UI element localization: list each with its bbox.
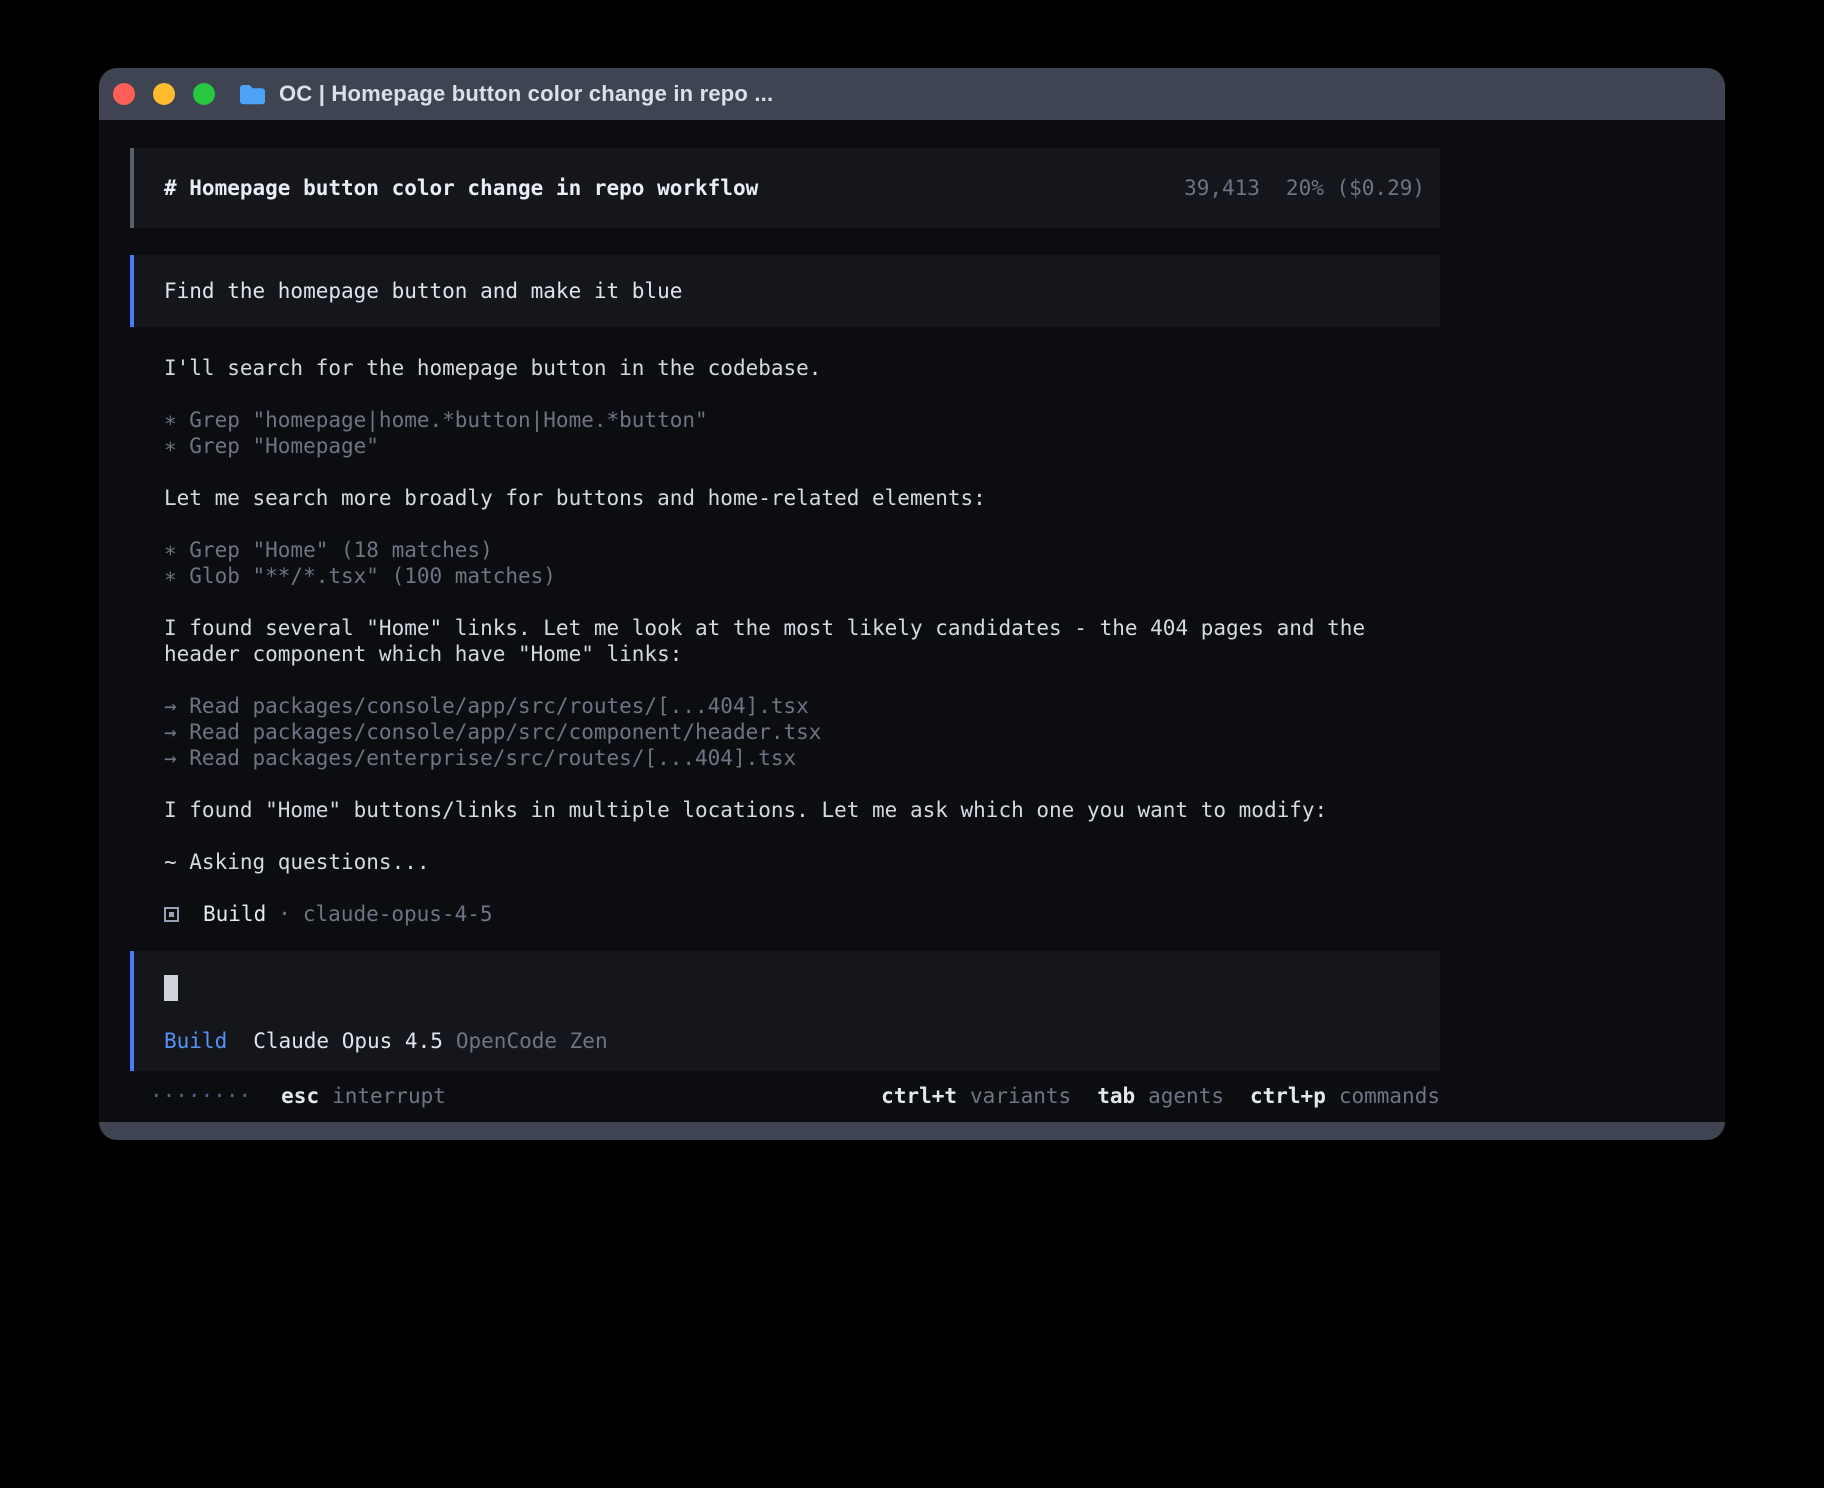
statusbar-right: ctrl+t variants tab agents ctrl+p comman…	[855, 1083, 1440, 1109]
shortcut-label: variants	[970, 1083, 1071, 1109]
minimize-button[interactable]	[153, 83, 175, 105]
window-title: OC | Homepage button color change in rep…	[279, 81, 773, 107]
shortcut-label: commands	[1339, 1083, 1440, 1109]
prompt-input[interactable]: Build Claude Opus 4.5 OpenCode Zen	[130, 951, 1440, 1071]
input-meta: Build Claude Opus 4.5 OpenCode Zen	[164, 1028, 1410, 1054]
titlebar[interactable]: OC | Homepage button color change in rep…	[99, 68, 1725, 120]
tool-call-read: → Read packages/console/app/src/routes/[…	[130, 693, 1440, 719]
user-message-text: Find the homepage button and make it blu…	[164, 278, 682, 304]
text-cursor	[164, 975, 178, 1001]
context-usage: 20% ($0.29)	[1286, 175, 1425, 201]
provider-label: OpenCode Zen	[456, 1028, 608, 1054]
status-asking-questions: ~ Asking questions...	[130, 849, 1440, 875]
model-label: Claude Opus 4.5	[253, 1028, 443, 1054]
tool-call: ∗ Glob "**/*.tsx" (100 matches)	[130, 563, 1440, 589]
interrupt-label: interrupt	[332, 1083, 446, 1109]
tool-call-group: ∗ Grep "homepage|home.*button|Home.*butt…	[130, 407, 1725, 459]
tool-call-group: ∗ Grep "Home" (18 matches) ∗ Glob "**/*.…	[130, 537, 1725, 589]
shortcut-variants: ctrl+t variants	[881, 1083, 1071, 1109]
agent-status-line: Build · claude-opus-4-5	[130, 901, 1725, 927]
tool-call: ∗ Grep "Home" (18 matches)	[130, 537, 1440, 563]
tool-call: ∗ Grep "homepage|home.*button|Home.*butt…	[130, 407, 1440, 433]
desktop: OC | Homepage button color change in rep…	[0, 0, 1824, 1488]
token-count: 39,413	[1184, 175, 1260, 201]
agent-name: Build	[203, 901, 266, 927]
shortcut-label: agents	[1148, 1083, 1224, 1109]
shortcut-key: tab	[1097, 1083, 1135, 1109]
user-message: Find the homepage button and make it blu…	[130, 255, 1440, 327]
tool-call-read: → Read packages/enterprise/src/routes/[.…	[130, 745, 1440, 771]
assistant-text: I found several "Home" links. Let me loo…	[130, 615, 1440, 667]
agent-model: claude-opus-4-5	[303, 901, 493, 927]
window-bottom-edge	[99, 1122, 1725, 1140]
shortcut-commands: ctrl+p commands	[1250, 1083, 1440, 1109]
shortcut-key: ctrl+p	[1250, 1083, 1326, 1109]
session-title: # Homepage button color change in repo w…	[164, 175, 758, 201]
session-stats: 39,413 20% ($0.29)	[1184, 175, 1425, 201]
zoom-button[interactable]	[193, 83, 215, 105]
close-button[interactable]	[113, 83, 135, 105]
shortcut-agents: tab agents	[1097, 1083, 1224, 1109]
folder-icon	[239, 83, 266, 105]
assistant-text: Let me search more broadly for buttons a…	[130, 485, 1440, 511]
session-header: # Homepage button color change in repo w…	[130, 148, 1440, 228]
statusbar-left: ········ esc interrupt	[130, 1083, 446, 1109]
statusbar: ········ esc interrupt ctrl+t variants t…	[130, 1083, 1440, 1109]
dot-separator: ·	[278, 901, 291, 927]
tool-call: ∗ Grep "Homepage"	[130, 433, 1440, 459]
terminal-window: OC | Homepage button color change in rep…	[99, 68, 1725, 1140]
build-agent-icon	[164, 907, 179, 922]
terminal-content: # Homepage button color change in repo w…	[99, 120, 1725, 1122]
assistant-text: I'll search for the homepage button in t…	[130, 355, 1440, 381]
mode-label: Build	[164, 1028, 227, 1054]
esc-key-hint: esc	[281, 1083, 319, 1109]
shortcut-key: ctrl+t	[881, 1083, 957, 1109]
traffic-lights	[99, 83, 215, 105]
tool-call-read: → Read packages/console/app/src/componen…	[130, 719, 1440, 745]
tool-call-group: → Read packages/console/app/src/routes/[…	[130, 693, 1725, 771]
assistant-text: I found "Home" buttons/links in multiple…	[130, 797, 1440, 823]
progress-dots: ········	[150, 1083, 251, 1109]
window-title-group: OC | Homepage button color change in rep…	[239, 81, 773, 107]
